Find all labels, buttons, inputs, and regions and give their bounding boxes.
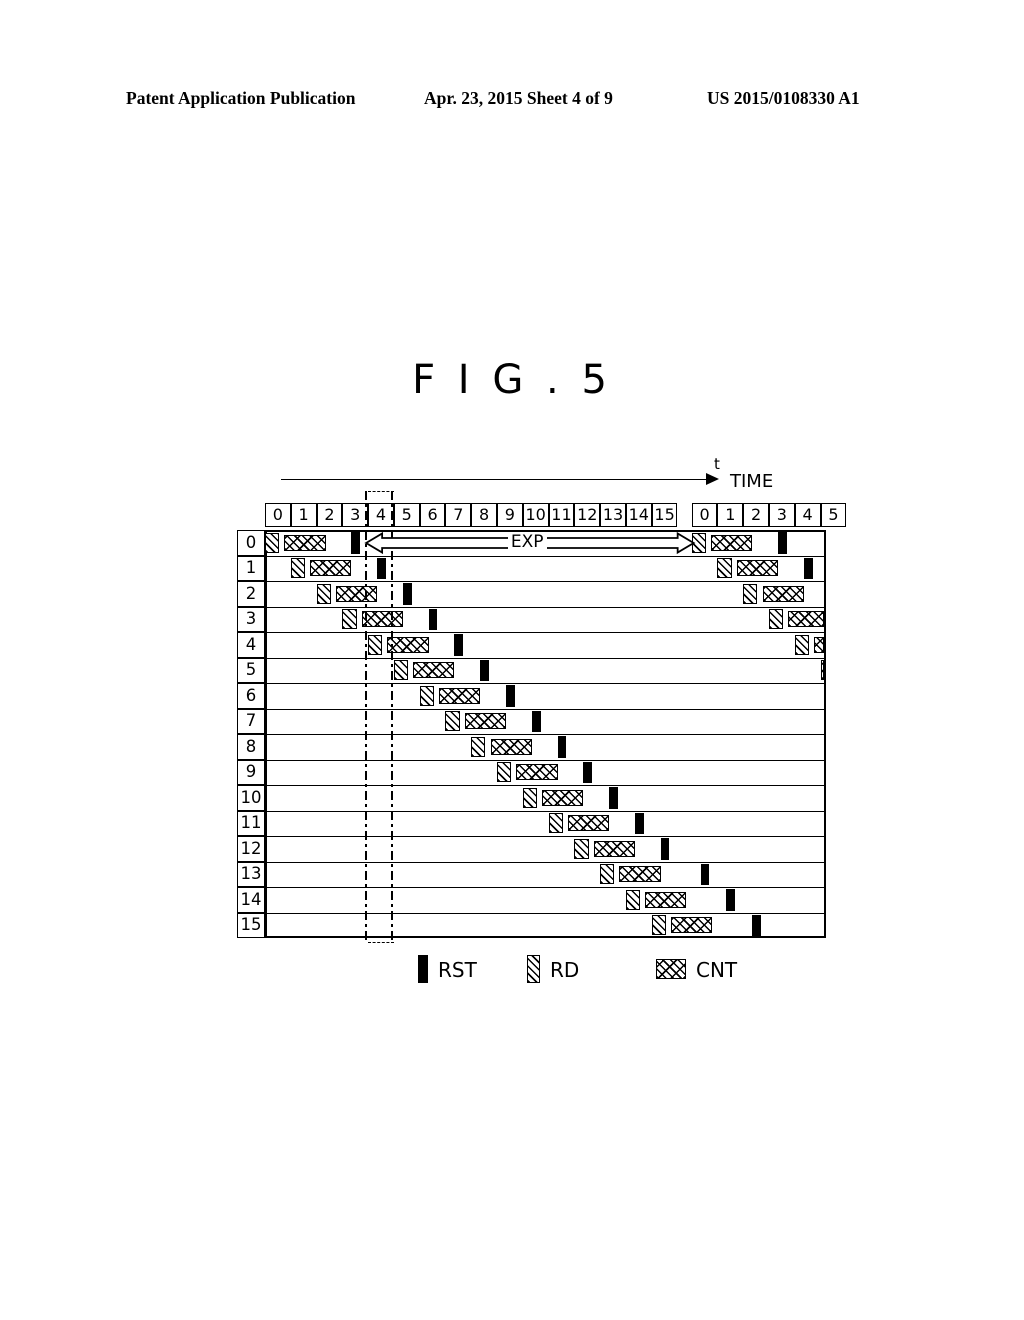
mark-rst-row-6-a bbox=[506, 685, 515, 707]
time-axis-label: TIME bbox=[730, 471, 774, 492]
mark-rst-row-2-a bbox=[402, 583, 412, 605]
mark-cnt-row-8-a bbox=[490, 738, 532, 755]
mark-cnt-row-2-b bbox=[762, 585, 804, 602]
mark-rd-row-5-b bbox=[820, 660, 824, 680]
mark-cnt-row-7-a bbox=[464, 713, 507, 729]
mark-cnt-row-9-a bbox=[516, 764, 558, 780]
guide-top-cap bbox=[368, 491, 394, 492]
row-separator-10 bbox=[265, 785, 826, 786]
mark-cnt-row-6-a bbox=[439, 687, 481, 704]
time-variable-label: t bbox=[714, 455, 720, 473]
legend-swatch-rst bbox=[418, 955, 428, 983]
mark-rst-row-8-a bbox=[557, 736, 567, 758]
mark-rd-row-11-a bbox=[548, 813, 563, 833]
mark-cnt-row-5-a bbox=[413, 662, 455, 678]
timing-diagram: t TIME PIXEL No. 01234567891011121314150… bbox=[0, 0, 1024, 1320]
row-separator-6 bbox=[265, 683, 826, 684]
mark-rst-row-4-a bbox=[454, 634, 464, 656]
pixel-row-label-2: 2 bbox=[237, 581, 265, 607]
mark-cnt-row-10-a bbox=[542, 789, 584, 806]
row-separator-12 bbox=[265, 836, 826, 837]
mark-rd-row-10-a bbox=[522, 787, 537, 808]
pixel-row-label-5: 5 bbox=[237, 657, 265, 683]
mark-cnt-row-15-a bbox=[671, 917, 713, 933]
exp-label: EXP bbox=[507, 533, 547, 551]
row-separator-14 bbox=[265, 887, 826, 888]
pixel-row-label-8: 8 bbox=[237, 734, 265, 760]
mark-cnt-row-14-a bbox=[645, 891, 687, 908]
mark-rd-row-2-b bbox=[743, 583, 758, 604]
pixel-row-label-4: 4 bbox=[237, 632, 265, 658]
mark-rd-row-9-a bbox=[497, 762, 512, 782]
pixel-row-label-6: 6 bbox=[237, 683, 265, 709]
row-separator-8 bbox=[265, 734, 826, 735]
pixel-row-label-11: 11 bbox=[237, 810, 265, 836]
mark-rd-row-12-a bbox=[574, 838, 589, 859]
legend-swatch-cnt bbox=[656, 959, 686, 979]
guide-bottom-cap bbox=[368, 942, 394, 943]
mark-rst-row-9-a bbox=[583, 761, 593, 783]
pixel-row-label-9: 9 bbox=[237, 759, 265, 785]
row-separator-15 bbox=[265, 912, 826, 914]
legend-swatch-rd bbox=[527, 955, 540, 983]
row-separator-7 bbox=[265, 708, 826, 710]
mark-cnt-row-4-b bbox=[814, 636, 824, 653]
mark-rd-row-5-a bbox=[393, 660, 409, 680]
mark-rd-row-6-a bbox=[419, 685, 434, 706]
row-separator-5 bbox=[265, 657, 826, 659]
pixel-row-label-7: 7 bbox=[237, 708, 265, 734]
mark-rd-row-3-b bbox=[768, 609, 784, 629]
mark-rst-row-12-a bbox=[660, 838, 670, 860]
mark-rst-row-7-a bbox=[531, 710, 541, 732]
pixel-row-label-14: 14 bbox=[237, 887, 265, 913]
legend-label-rst: RST bbox=[438, 958, 477, 982]
row-separator-11 bbox=[265, 810, 826, 812]
row-separator-4 bbox=[265, 632, 826, 633]
time-axis-arrow-head bbox=[706, 472, 719, 485]
mark-cnt-row-13-a bbox=[619, 866, 661, 882]
mark-cnt-row-12-a bbox=[593, 840, 635, 857]
mark-rd-row-7-a bbox=[445, 711, 460, 731]
mark-rd-row-14-a bbox=[625, 889, 641, 910]
mark-rst-row-13-a bbox=[700, 863, 710, 885]
mark-rd-row-8-a bbox=[471, 736, 486, 757]
mark-cnt-row-3-b bbox=[788, 611, 824, 627]
mark-rst-row-3-a bbox=[428, 608, 438, 630]
mark-rd-row-4-a bbox=[368, 634, 383, 655]
pixel-row-label-3: 3 bbox=[237, 606, 265, 632]
mark-cnt-row-11-a bbox=[567, 815, 610, 831]
pixel-row-label-12: 12 bbox=[237, 836, 265, 862]
mark-rst-row-5-a bbox=[480, 659, 489, 681]
row-separator-13 bbox=[265, 861, 826, 863]
mark-rst-row-14-a bbox=[726, 889, 736, 911]
pixel-row-label-10: 10 bbox=[237, 785, 265, 811]
legend-label-cnt: CNT bbox=[696, 958, 738, 982]
mark-rst-row-11-a bbox=[634, 812, 644, 834]
mark-rd-row-15-a bbox=[651, 915, 666, 935]
mark-cnt-row-2-a bbox=[335, 585, 378, 602]
pixel-row-label-13: 13 bbox=[237, 861, 265, 887]
time-axis-arrow-line bbox=[281, 479, 708, 480]
row-separator-3 bbox=[265, 606, 826, 608]
mark-rst-row-10-a bbox=[609, 787, 618, 809]
mark-rd-row-2-a bbox=[316, 583, 331, 604]
pixel-row-label-15: 15 bbox=[237, 912, 265, 938]
row-separator-2 bbox=[265, 581, 826, 582]
mark-rd-row-13-a bbox=[600, 864, 615, 884]
row-separator-9 bbox=[265, 759, 826, 761]
mark-rd-row-3-a bbox=[342, 609, 357, 629]
legend-label-rd: RD bbox=[550, 958, 580, 982]
mark-rst-row-15-a bbox=[752, 914, 761, 936]
mark-rd-row-4-b bbox=[794, 634, 809, 655]
